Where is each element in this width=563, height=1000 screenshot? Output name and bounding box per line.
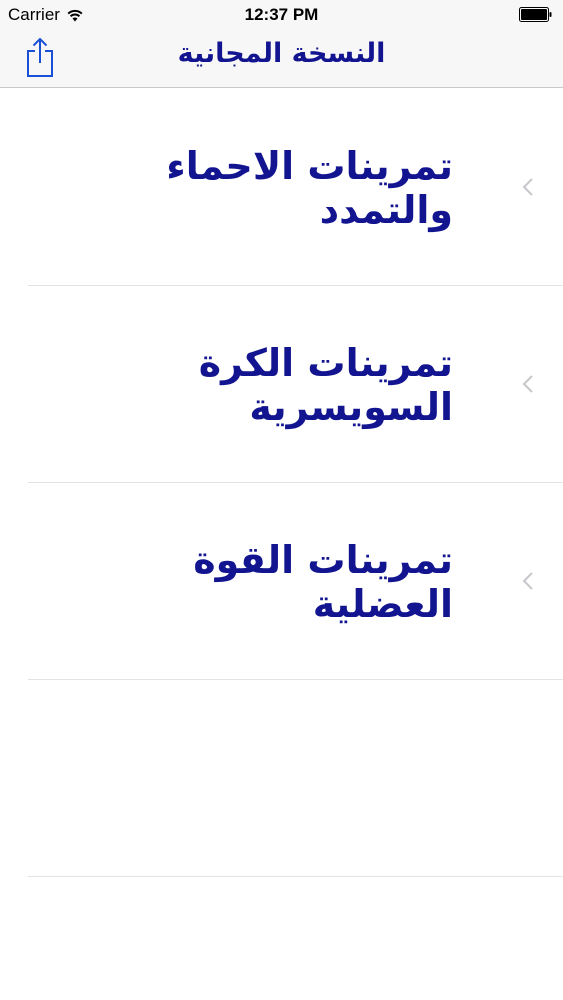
list-item-strength[interactable]: تمرينات القوة العضلية	[0, 483, 563, 680]
list-item-warmup[interactable]: تمرينات الاحماء والتمدد	[0, 89, 563, 286]
list-item-label: تمرينات القوة العضلية	[193, 537, 453, 626]
list-item-swiss-ball[interactable]: تمرينات الكرة السويسرية	[0, 286, 563, 483]
battery-icon	[519, 7, 552, 22]
chevron-left-icon	[522, 572, 533, 590]
list-item-label: تمرينات الاحماء والتمدد	[166, 143, 453, 232]
share-icon	[27, 37, 53, 77]
list-item-label: تمرينات الكرة السويسرية	[198, 340, 453, 429]
list-item-empty	[0, 680, 563, 877]
share-button[interactable]	[22, 35, 58, 79]
page-title: النسخة المجانية	[177, 38, 386, 69]
chevron-left-icon	[522, 178, 533, 196]
status-time: 12:37 PM	[244, 5, 319, 24]
chevron-left-icon	[522, 375, 533, 393]
navigation-bar: النسخة المجانية	[0, 30, 563, 88]
list-item-label	[60, 680, 453, 877]
status-bar: Carrier 12:37 PM	[0, 0, 563, 30]
exercise-list: تمرينات الاحماء والتمدد تمرينات الكرة ال…	[0, 89, 563, 877]
